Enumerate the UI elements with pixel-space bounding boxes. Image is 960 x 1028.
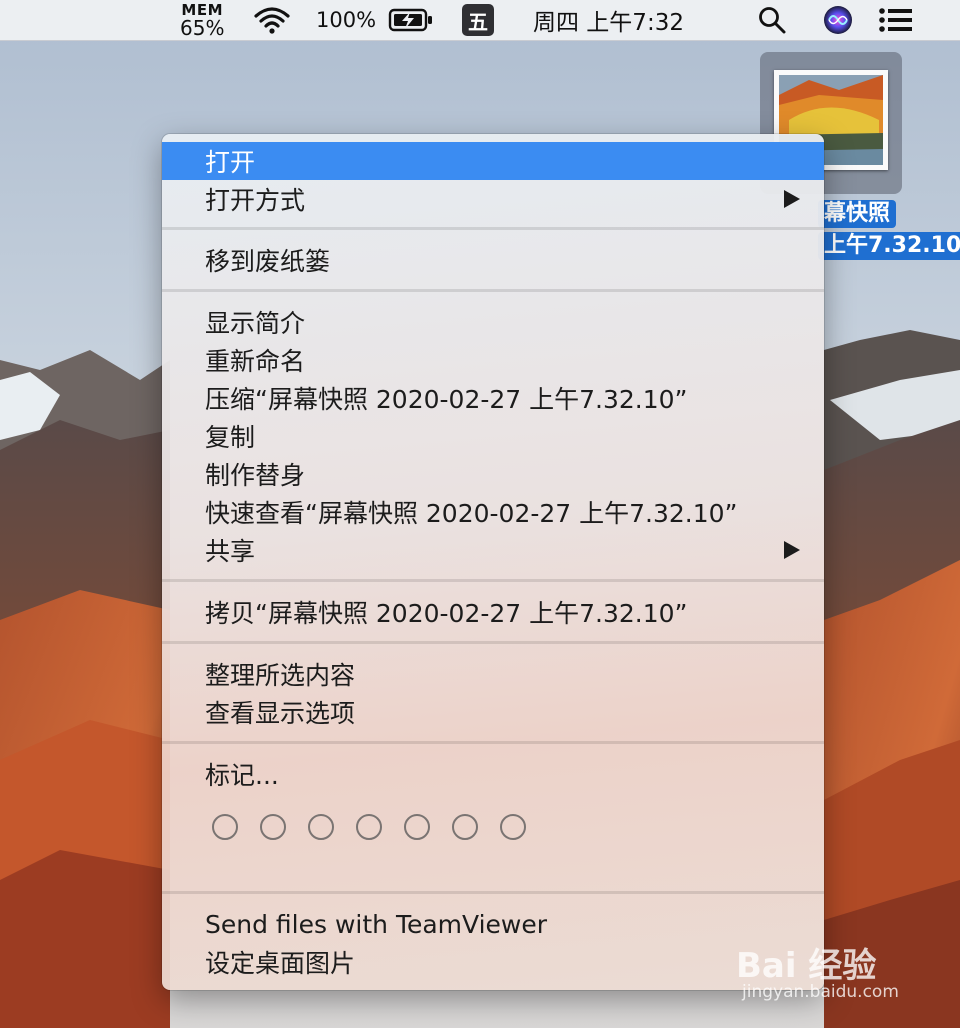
- memory-value: 65%: [180, 15, 225, 40]
- menu-item-send-teamviewer[interactable]: Send files with TeamViewer: [162, 905, 824, 943]
- menu-item-move-to-trash[interactable]: 移到废纸篓: [162, 241, 824, 279]
- baidu-watermark: Bai 经验 jingyan.baidu.com: [736, 920, 946, 1010]
- menu-item-share[interactable]: 共享: [162, 531, 824, 569]
- context-menu: 打开 打开方式 移到废纸篓 显示简介 重新命名 压缩“屏幕快照 2020-02-…: [162, 134, 824, 990]
- menu-bar: MEM 65% 100% 五 周四 上午7:32: [0, 0, 960, 41]
- file-name-line-1: 幕快照: [818, 200, 897, 228]
- search-icon[interactable]: [756, 0, 788, 40]
- menu-item-tags[interactable]: 标记...: [162, 755, 824, 793]
- menu-separator: [162, 227, 824, 230]
- menu-separator: [162, 741, 824, 744]
- menu-item-clean-up-selection[interactable]: 整理所选内容: [162, 655, 824, 693]
- menu-separator: [162, 891, 824, 894]
- tag-circle[interactable]: [260, 814, 286, 840]
- menu-item-make-alias[interactable]: 制作替身: [162, 455, 824, 493]
- input-method-indicator[interactable]: 五: [462, 4, 494, 36]
- menu-item-get-info[interactable]: 显示简介: [162, 303, 824, 341]
- wifi-icon[interactable]: [252, 0, 294, 40]
- battery-percent[interactable]: 100%: [316, 0, 376, 40]
- menu-item-open-with[interactable]: 打开方式: [162, 180, 824, 218]
- file-name-line-2: 上午7.32.10: [818, 232, 960, 260]
- menubar-clock[interactable]: 周四 上午7:32: [533, 0, 684, 40]
- tag-circle[interactable]: [404, 814, 430, 840]
- submenu-arrow-icon: [784, 541, 800, 559]
- tag-circle[interactable]: [452, 814, 478, 840]
- tag-circle[interactable]: [500, 814, 526, 840]
- menu-item-open-with-label: 打开方式: [205, 186, 306, 215]
- menu-item-compress[interactable]: 压缩“屏幕快照 2020-02-27 上午7.32.10”: [162, 379, 824, 417]
- menu-separator: [162, 641, 824, 644]
- tag-color-picker: [210, 814, 540, 844]
- menu-item-set-desktop-picture[interactable]: 设定桌面图片: [162, 943, 824, 981]
- siri-icon[interactable]: [822, 0, 854, 40]
- menu-item-copy[interactable]: 拷贝“屏幕快照 2020-02-27 上午7.32.10”: [162, 593, 824, 631]
- list-icon[interactable]: [876, 0, 916, 40]
- tag-circle[interactable]: [212, 814, 238, 840]
- menu-item-share-label: 共享: [205, 537, 256, 566]
- tag-circle[interactable]: [308, 814, 334, 840]
- menu-separator: [162, 579, 824, 582]
- watermark-logo: Bai 经验: [736, 946, 877, 986]
- battery-charging-icon[interactable]: [388, 0, 436, 40]
- menu-item-open[interactable]: 打开: [162, 142, 824, 180]
- submenu-arrow-icon: [784, 190, 800, 208]
- tag-circle[interactable]: [356, 814, 382, 840]
- memory-monitor[interactable]: MEM 65%: [180, 0, 224, 40]
- menu-item-rename[interactable]: 重新命名: [162, 341, 824, 379]
- watermark-url: jingyan.baidu.com: [742, 982, 899, 1002]
- menu-item-duplicate[interactable]: 复制: [162, 417, 824, 455]
- menu-item-show-view-options[interactable]: 查看显示选项: [162, 693, 824, 731]
- menu-separator: [162, 289, 824, 292]
- menu-item-quick-look[interactable]: 快速查看“屏幕快照 2020-02-27 上午7.32.10”: [162, 493, 824, 531]
